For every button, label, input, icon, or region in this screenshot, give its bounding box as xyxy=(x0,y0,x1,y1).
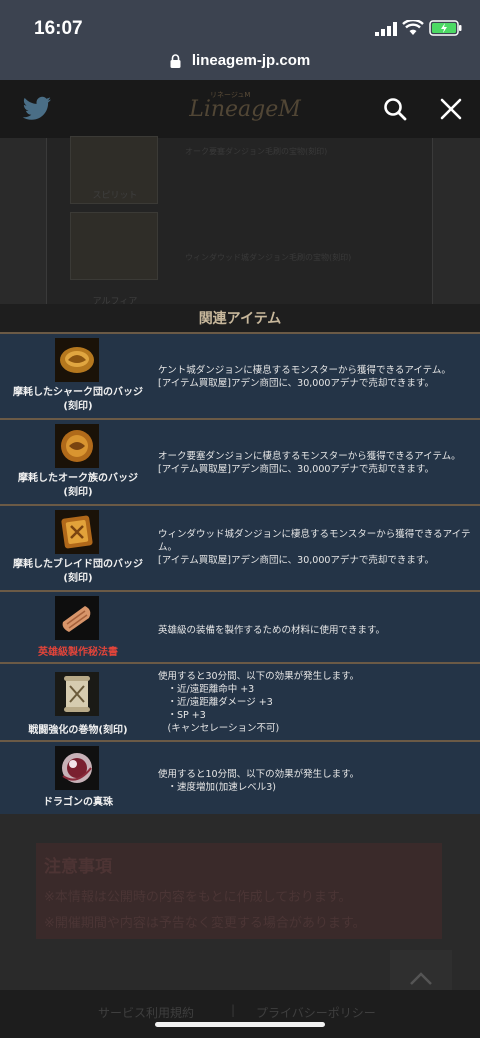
home-indicator xyxy=(155,1022,325,1027)
item-description: 英雄級の装備を製作するための材料に使用できます。 xyxy=(158,625,386,636)
status-bar: 16:07 xyxy=(0,0,480,48)
related-item-row[interactable]: ドラゴンの真珠 使用すると10分間、以下の効果が発生します。 ・速度増加(加速レ… xyxy=(0,742,480,814)
twitter-icon[interactable] xyxy=(22,96,52,122)
battery-icon xyxy=(429,20,462,36)
badge-shark-icon xyxy=(55,338,99,382)
item-name: ドラゴンの真珠 xyxy=(43,797,113,808)
notice-line: ※開催期間や内容は予告なく変更する場合があります。 xyxy=(44,916,366,931)
chevron-up-icon xyxy=(410,972,432,985)
badge-orc-icon xyxy=(55,424,99,468)
clock: 16:07 xyxy=(34,18,83,39)
background-item-image xyxy=(70,212,158,280)
related-items-title: 関連アイテム xyxy=(0,304,480,334)
related-item-row[interactable]: 摩耗したオーク族のバッジ (刻印) オーク要塞ダンジョンに棲息するモンスターから… xyxy=(0,420,480,506)
item-description: 使用すると10分間、以下の効果が発生します。 ・速度増加(加速レベル3) xyxy=(158,769,360,793)
wifi-icon xyxy=(402,20,424,35)
related-item-row[interactable]: 英雄級製作秘法書 英雄級の装備を製作するための材料に使用できます。 xyxy=(0,592,480,664)
background-item-desc: ウィンダウッド城ダンジョン毛刷の宝物(刻印) xyxy=(185,253,352,262)
terms-link[interactable]: サービス利用規約 xyxy=(98,1004,194,1021)
site-header: LineageM リネージュM xyxy=(0,80,480,138)
item-name: 戦闘強化の巻物(刻印) xyxy=(28,725,128,736)
notice-title: 注意事項 xyxy=(44,857,112,877)
logo-text: LineageM xyxy=(189,97,301,122)
item-description: ウィンダウッド城ダンジョンに棲息するモンスターから獲得できるアイテ ム。 [アイ… xyxy=(158,529,471,566)
close-icon[interactable] xyxy=(438,96,464,122)
privacy-link[interactable]: プライバシーポリシー xyxy=(256,1004,376,1021)
notice-line: ※本情報は公開時の内容をもとに作成しております。 xyxy=(44,890,352,905)
dragon-pearl-icon xyxy=(55,746,99,790)
background-item-label: スピリット xyxy=(92,191,138,201)
related-item-row[interactable]: 摩耗したブレイド団のバッジ (刻印) ウィンダウッド城ダンジョンに棲息するモンス… xyxy=(0,506,480,592)
item-name: 摩耗したシャーク団のバッジ (刻印) xyxy=(13,387,143,412)
item-description: ケント城ダンジョンに棲息するモンスターから獲得できるアイテム。 [アイテム買取屋… xyxy=(158,365,451,389)
url-text: lineagem-jp.com xyxy=(191,52,311,69)
logo-subtitle: リネージュM xyxy=(210,91,251,99)
badge-blade-icon xyxy=(55,510,99,554)
background-item-desc: オーク要塞ダンジョン毛刷の宝物(刻印) xyxy=(185,147,328,156)
scroll-battle-icon xyxy=(55,672,99,716)
cellular-signal-icon xyxy=(375,22,397,36)
footer-separator: | xyxy=(231,1003,236,1017)
item-name: 摩耗したオーク族のバッジ (刻印) xyxy=(18,473,138,498)
item-name: 摩耗したブレイド団のバッジ (刻印) xyxy=(13,559,143,584)
address-bar[interactable]: lineagem-jp.com xyxy=(0,48,480,80)
related-item-row[interactable]: 戦闘強化の巻物(刻印) 使用すると30分間、以下の効果が発生します。 ・近/遠距… xyxy=(0,664,480,742)
item-name: 英雄級製作秘法書 xyxy=(38,647,118,658)
footer xyxy=(0,990,480,1038)
related-item-row[interactable]: 摩耗したシャーク団のバッジ (刻印) ケント城ダンジョンに棲息するモンスターから… xyxy=(0,334,480,420)
item-description: 使用すると30分間、以下の効果が発生します。 ・近/遠距離命中 +3 ・近/遠距… xyxy=(158,671,360,734)
lock-icon xyxy=(170,54,181,68)
scroll-recipe-icon xyxy=(55,596,99,640)
search-icon[interactable] xyxy=(382,96,408,122)
item-description: オーク要塞ダンジョンに棲息するモンスターから獲得できるアイテム。 [アイテム買取… xyxy=(158,451,461,475)
